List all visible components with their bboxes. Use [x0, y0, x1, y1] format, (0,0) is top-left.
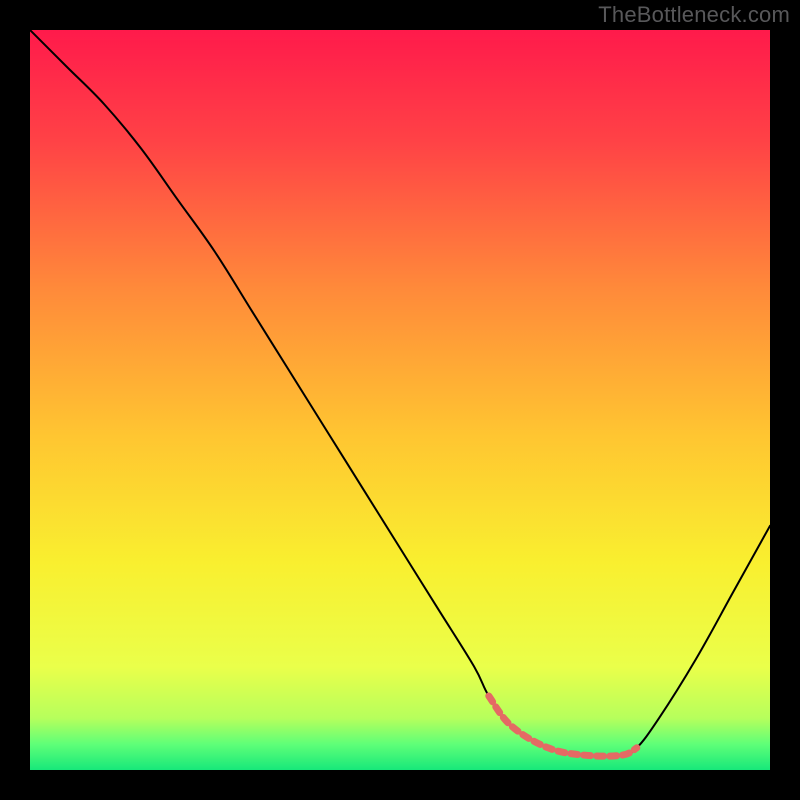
plot-area: [30, 30, 770, 770]
chart-frame: TheBottleneck.com: [0, 0, 800, 800]
gradient-background: [30, 30, 770, 770]
watermark-label: TheBottleneck.com: [598, 2, 790, 28]
plot-svg: [30, 30, 770, 770]
